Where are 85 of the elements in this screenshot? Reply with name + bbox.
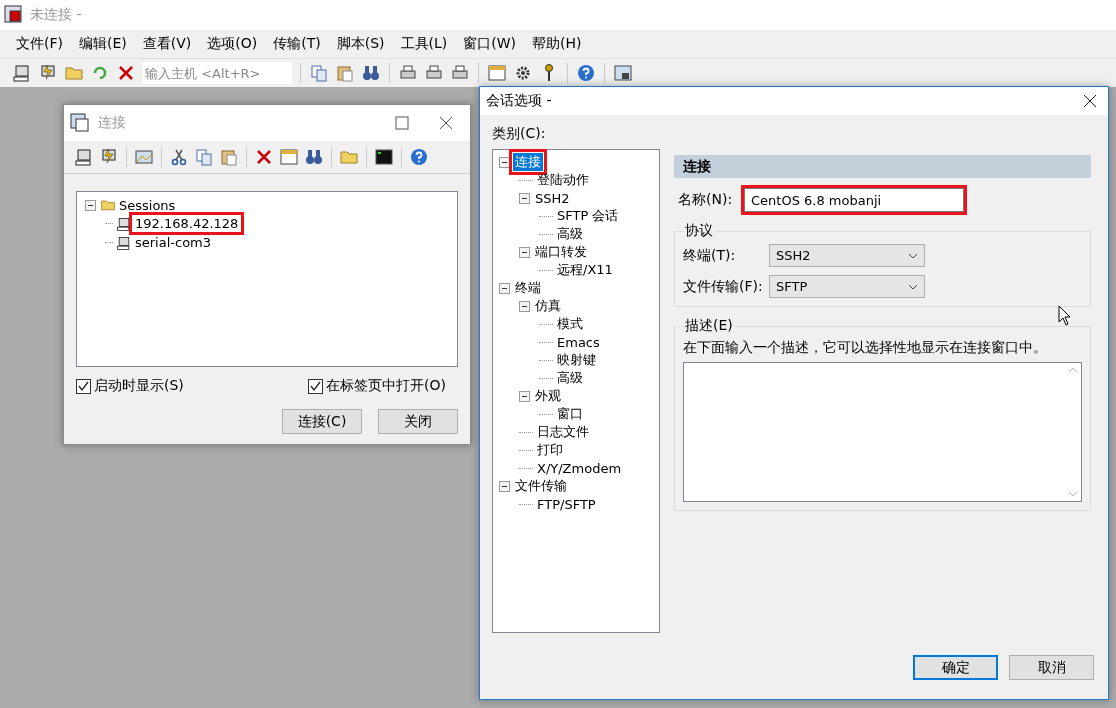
menu-item[interactable]: 帮助(H) (524, 35, 590, 53)
dialog-title: 会话选项 - (486, 92, 553, 110)
paste-icon[interactable] (335, 63, 355, 83)
close-icon[interactable] (1082, 93, 1098, 109)
scissors-icon[interactable] (169, 147, 189, 167)
tree-item[interactable]: 窗口 (555, 405, 585, 423)
menu-item[interactable]: 传输(T) (265, 35, 329, 53)
collapse-toggle-icon[interactable] (519, 390, 530, 402)
tree-item[interactable]: 打印 (535, 441, 565, 459)
computer-icon[interactable] (12, 63, 32, 83)
dialog-button[interactable]: 取消 (1009, 655, 1094, 680)
tree-item[interactable]: 模式 (555, 315, 585, 333)
folder-icon (99, 197, 117, 213)
collapse-toggle-icon[interactable] (519, 192, 530, 204)
field-label: 文件传输(F): (683, 277, 764, 296)
tree-item[interactable]: Emacs (555, 334, 602, 350)
tree-item[interactable]: 映射键 (555, 351, 598, 369)
dropdown[interactable]: SFTP (769, 275, 925, 298)
tree-item[interactable]: SFTP 会话 (555, 207, 621, 225)
help-icon[interactable] (409, 147, 429, 167)
collapse-toggle-icon[interactable] (499, 480, 510, 492)
window-icon[interactable] (487, 63, 507, 83)
window-icon (70, 113, 90, 133)
menu-item[interactable]: 文件(F) (8, 35, 71, 53)
tree-item[interactable]: 仿真 (533, 297, 563, 315)
menu-item[interactable]: 查看(V) (134, 35, 200, 53)
window-title: 未连接 - (30, 6, 82, 24)
tree-item[interactable]: X/Y/Zmodem (535, 460, 624, 476)
tree-item[interactable]: 端口转发 (533, 243, 589, 261)
checkbox-label: 启动时显示(S) (94, 377, 184, 395)
terminal-icon[interactable] (374, 147, 394, 167)
app-window-icon (4, 5, 24, 25)
collapse-toggle-icon[interactable] (519, 246, 530, 258)
category-label: 类别(C): (492, 125, 547, 143)
tree-item[interactable]: Sessions (117, 197, 178, 213)
window-icon[interactable] (279, 147, 299, 167)
computer-icon[interactable] (74, 147, 94, 167)
mouse-cursor-icon (1058, 305, 1072, 327)
tree-item[interactable]: serial-com3 (133, 235, 214, 250)
tree-item[interactable]: 远程/X11 (555, 261, 615, 279)
menu-item[interactable]: 脚本(S) (328, 35, 393, 53)
menu-item[interactable]: 编辑(E) (71, 35, 135, 53)
tree-item[interactable]: SSH2 (533, 190, 572, 206)
chevron-down-icon (908, 252, 918, 259)
collapse-toggle-icon[interactable] (85, 199, 96, 211)
tree-item[interactable]: 高级 (555, 225, 585, 243)
tree-item[interactable]: 高级 (555, 369, 585, 387)
collapse-toggle-icon[interactable] (499, 282, 510, 294)
description-hint: 在下面输入一个描述，它可以选择性地显示在连接窗口中。 (683, 339, 1048, 356)
copy-icon[interactable] (309, 63, 329, 83)
help-icon[interactable] (576, 63, 596, 83)
tree-item[interactable]: 文件传输 (513, 477, 569, 495)
dialog-button[interactable]: 连接(C) (282, 409, 362, 434)
menu-item[interactable]: 窗口(W) (455, 35, 525, 53)
checkbox-icon[interactable] (76, 378, 91, 394)
collapse-toggle-icon[interactable] (499, 156, 510, 168)
tree-item[interactable]: 终端 (513, 279, 543, 297)
host-input-field[interactable]: 输入主机 <Alt+R> (142, 62, 292, 84)
dialog-button[interactable]: 确定 (913, 655, 998, 680)
name-input-field[interactable]: CentOS 6.8 mobanji (744, 188, 964, 212)
field-label: 名称(N): (678, 191, 734, 209)
dropdown[interactable]: SSH2 (769, 244, 925, 267)
tree-item[interactable]: 日志文件 (535, 423, 591, 441)
binoculars-icon[interactable] (361, 63, 381, 83)
lock-window-icon[interactable] (613, 63, 633, 83)
tree-item[interactable]: 登陆动作 (535, 171, 591, 189)
copy-icon[interactable] (194, 147, 214, 167)
paste-icon[interactable] (219, 147, 239, 167)
checkbox[interactable]: 启动时显示(S) (76, 377, 184, 395)
field-label: 终端(T): (683, 246, 737, 265)
checkbox-icon[interactable] (308, 378, 324, 394)
chevron-down-icon (908, 283, 918, 290)
tree-item[interactable]: FTP/SFTP (535, 496, 598, 512)
group-title: 描述(E) (684, 317, 734, 335)
picture-icon[interactable] (134, 147, 154, 167)
dialog-button[interactable]: 关闭 (378, 409, 458, 434)
menu-item[interactable]: 选项(O) (199, 35, 266, 53)
section-header: 连接 (674, 155, 1091, 178)
tree-item[interactable]: 外观 (533, 387, 563, 405)
group-title: 协议 (684, 222, 714, 240)
binoculars-icon[interactable] (304, 147, 324, 167)
close-icon[interactable] (438, 115, 454, 131)
menu-item[interactable]: 工具(L) (392, 35, 456, 53)
collapse-toggle-icon[interactable] (519, 300, 530, 312)
dialog-title: 连接 (98, 114, 127, 132)
